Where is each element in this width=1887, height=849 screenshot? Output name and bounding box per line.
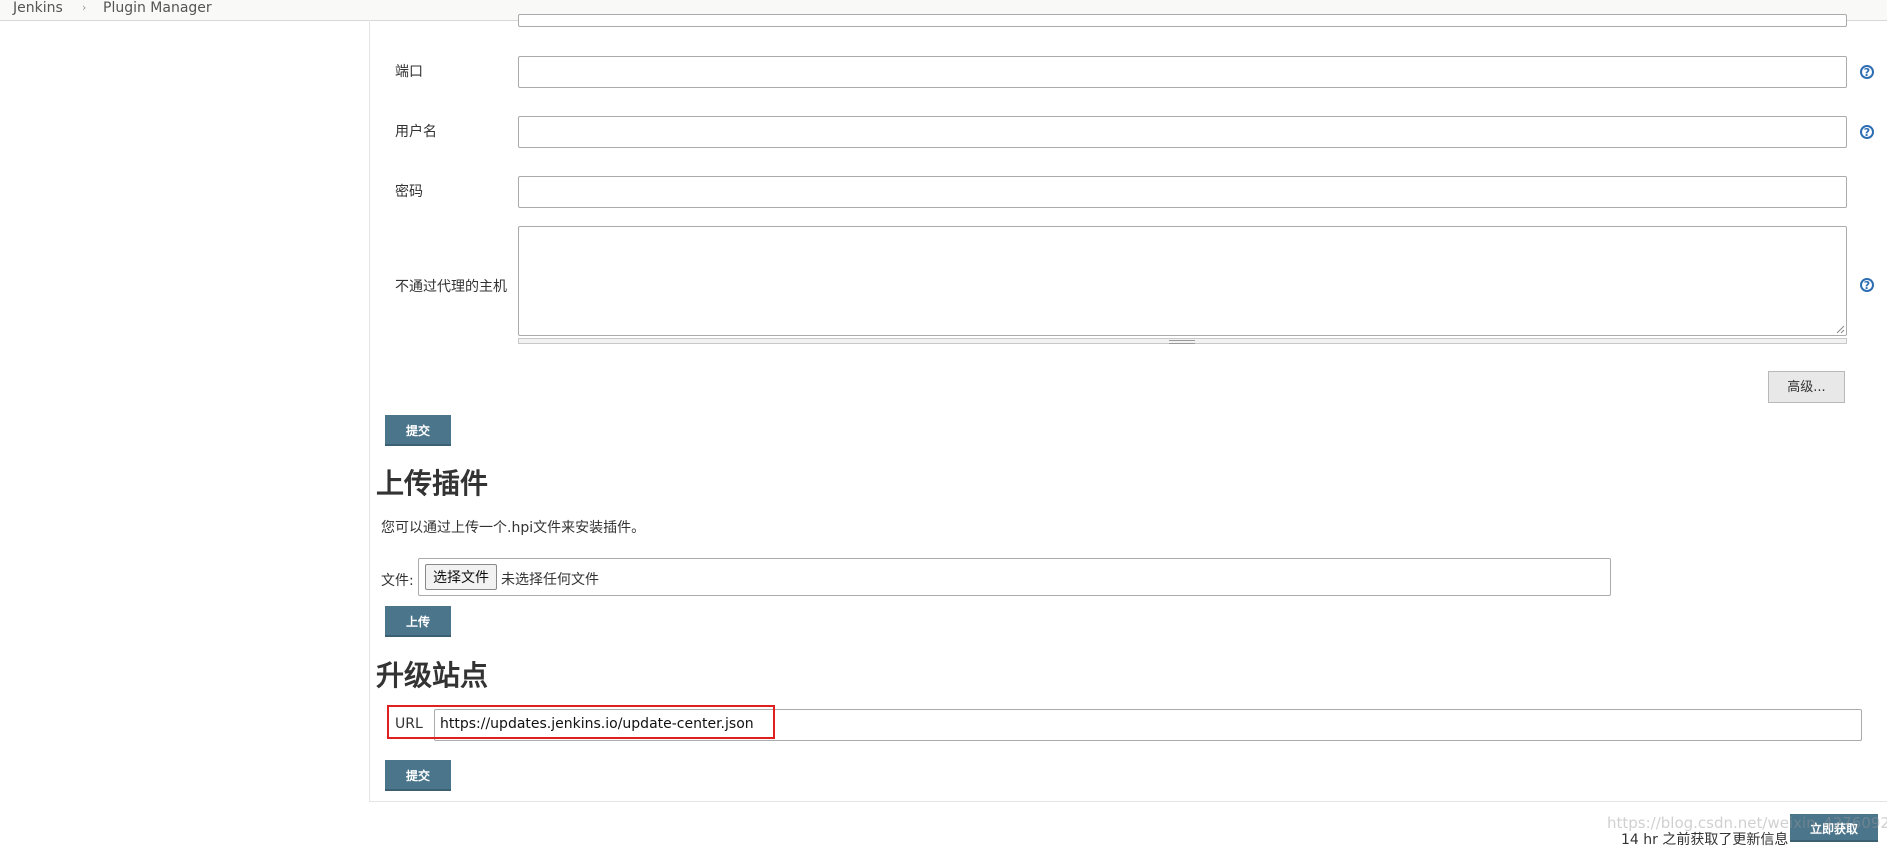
file-label: 文件:: [381, 573, 414, 589]
username-input[interactable]: [518, 116, 1847, 148]
breadcrumb-jenkins-link[interactable]: Jenkins: [13, 0, 63, 16]
update-site-submit-button[interactable]: 提交: [385, 760, 451, 791]
username-label: 用户名: [395, 124, 437, 140]
port-label: 端口: [395, 64, 423, 80]
splitter-handle-icon: [1169, 340, 1195, 344]
server-field[interactable]: [518, 14, 1847, 27]
upload-plugin-description: 您可以通过上传一个.hpi文件来安装插件。: [381, 520, 646, 536]
port-help-icon[interactable]: ?: [1860, 65, 1874, 79]
no-proxy-label: 不通过代理的主机: [395, 279, 507, 295]
upload-plugin-heading: 上传插件: [376, 467, 489, 500]
no-proxy-textarea[interactable]: [518, 226, 1847, 336]
upload-button[interactable]: 上传: [385, 606, 451, 637]
password-label: 密码: [395, 184, 423, 200]
textarea-splitter[interactable]: [518, 338, 1847, 344]
file-input[interactable]: 选择文件 未选择任何文件: [418, 558, 1611, 596]
username-help-icon[interactable]: ?: [1860, 125, 1874, 139]
port-input[interactable]: [518, 56, 1847, 88]
advanced-button[interactable]: 高级...: [1768, 371, 1845, 403]
breadcrumb-separator-icon: ›: [82, 1, 87, 14]
update-info-status: 14 hr 之前获取了更新信息: [1621, 832, 1789, 848]
update-site-heading: 升级站点: [376, 659, 489, 692]
breadcrumb-plugin-manager-link[interactable]: Plugin Manager: [103, 0, 212, 16]
proxy-submit-button[interactable]: 提交: [385, 415, 451, 446]
no-file-chosen-text: 未选择任何文件: [501, 572, 599, 588]
choose-file-button[interactable]: 选择文件: [425, 564, 497, 590]
url-highlight-box: [387, 705, 775, 739]
advanced-settings-panel: 端口 ? 用户名 ? 密码 不通过代理的主机 ? 高级... 提交 上传插件 您…: [369, 14, 1887, 802]
csdn-watermark: https://blog.csdn.net/weixin_42760923: [1607, 814, 1887, 832]
no-proxy-help-icon[interactable]: ?: [1860, 278, 1874, 292]
resize-grip-icon[interactable]: [1835, 324, 1845, 334]
password-input[interactable]: [518, 176, 1847, 208]
